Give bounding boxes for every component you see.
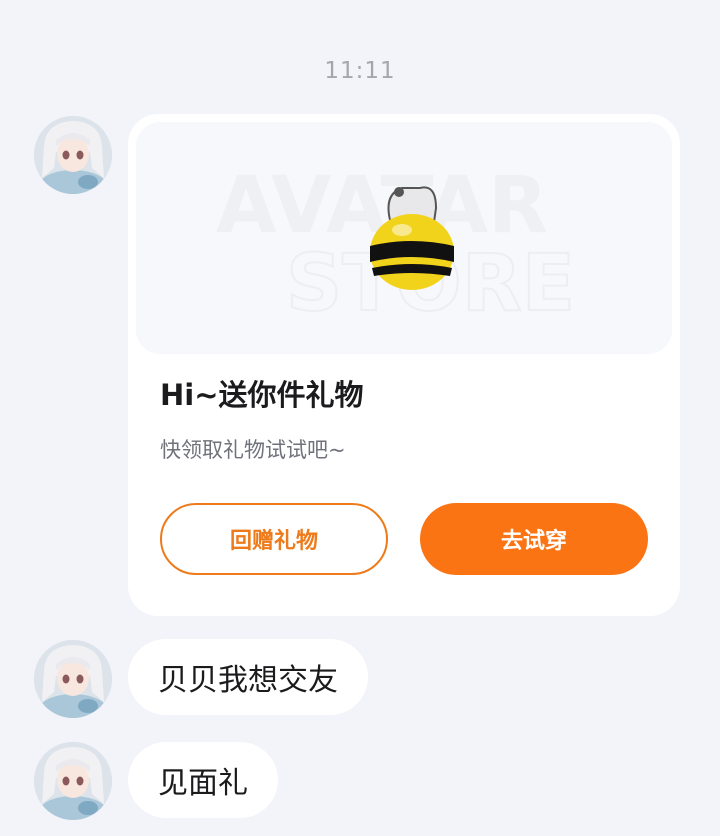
- return-gift-button[interactable]: 回赠礼物: [160, 503, 388, 575]
- message-bubble[interactable]: 贝贝我想交友: [128, 639, 368, 715]
- gift-card-title: Hi~送你件礼物: [160, 378, 364, 412]
- avatar-store-banner: AVATAR STORE: [136, 122, 672, 354]
- gift-card-subtitle: 快领取礼物试试吧~: [160, 438, 346, 462]
- message-timestamp: 11:11: [324, 58, 396, 84]
- gift-card[interactable]: AVATAR STORE Hi~送你件礼物 快领取礼物试试吧~ 回赠礼物 去试穿: [128, 114, 680, 616]
- sender-avatar[interactable]: [34, 116, 112, 194]
- sender-avatar[interactable]: [34, 742, 112, 820]
- message-bubble[interactable]: 见面礼: [128, 742, 278, 818]
- sender-avatar[interactable]: [34, 640, 112, 718]
- try-on-button[interactable]: 去试穿: [420, 503, 648, 575]
